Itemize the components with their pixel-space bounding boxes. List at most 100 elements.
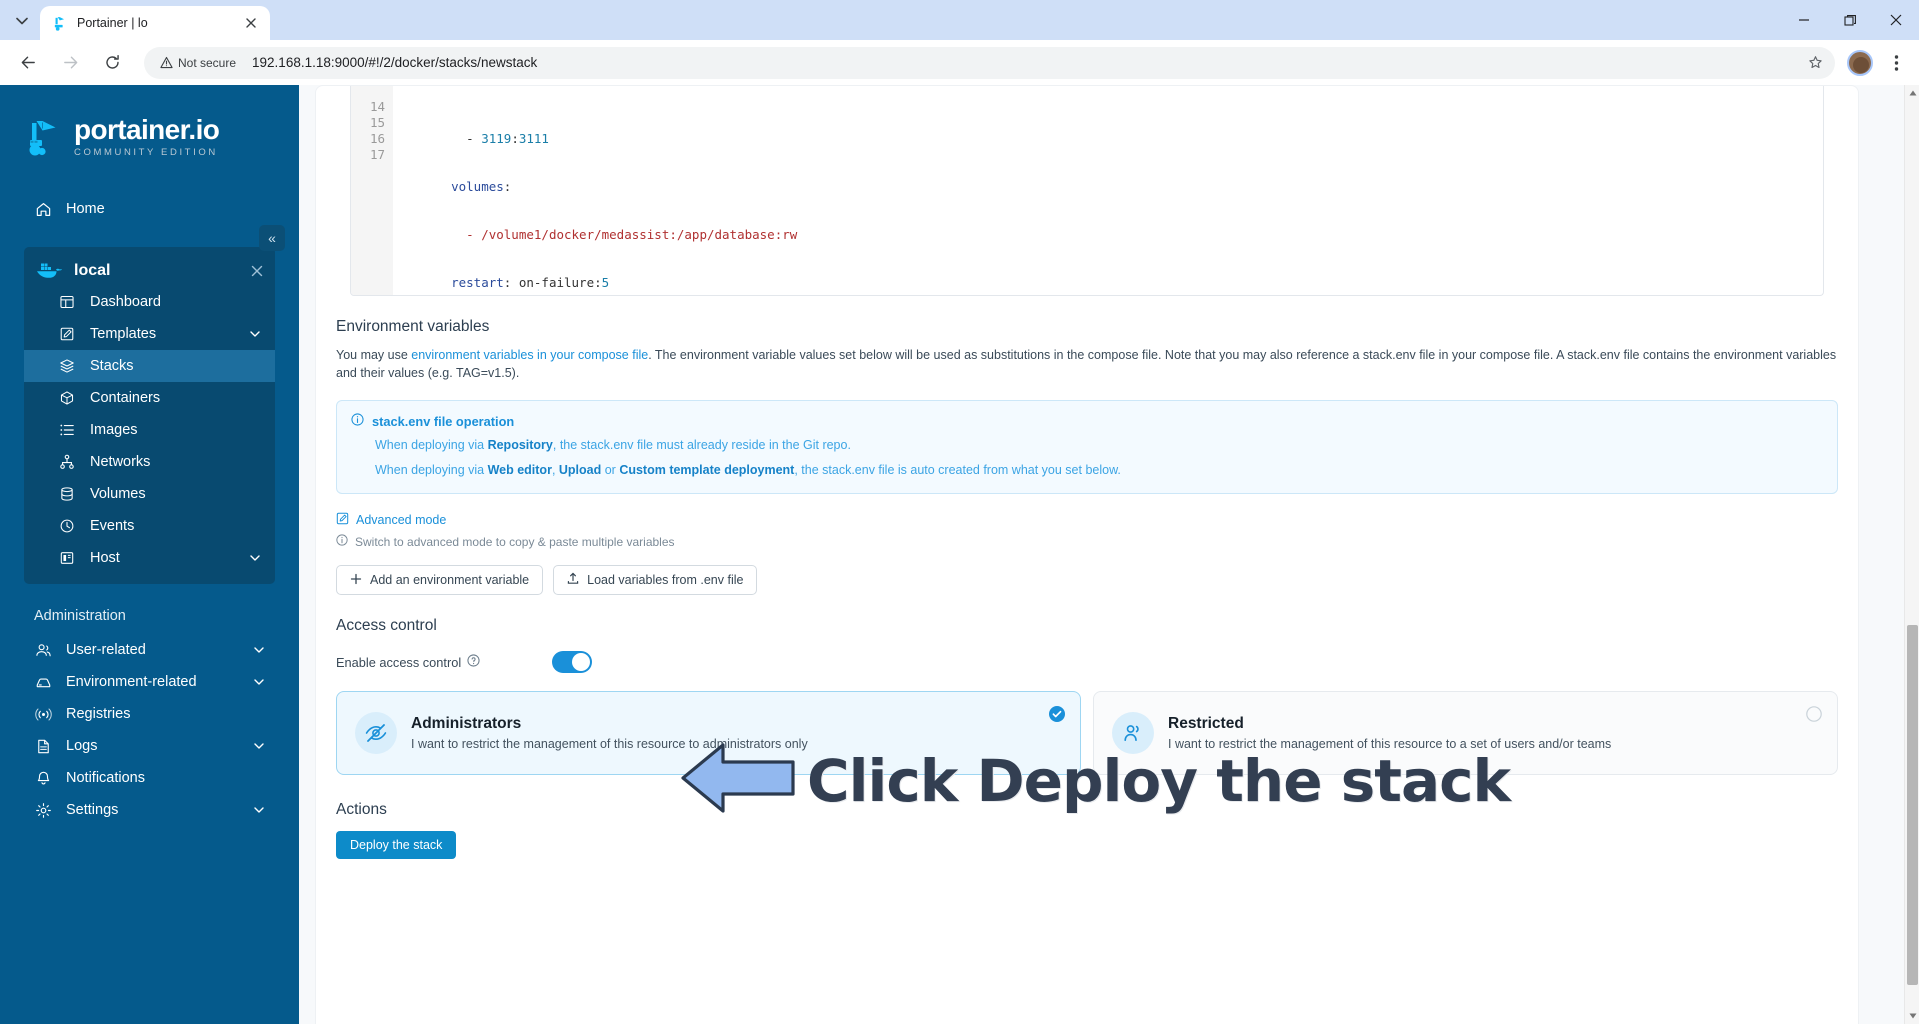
sidebar-item-label: Home bbox=[66, 201, 105, 217]
question-circle-icon[interactable] bbox=[467, 654, 480, 670]
events-clock-icon bbox=[58, 517, 76, 535]
sidebar-item-label: Environment-related bbox=[66, 674, 197, 690]
chevron-down-icon[interactable] bbox=[249, 552, 261, 564]
sidebar-item-environment-related[interactable]: Environment-related bbox=[0, 666, 299, 698]
administration-section-label: Administration bbox=[34, 608, 126, 624]
sidebar-item-host[interactable]: Host bbox=[24, 542, 275, 574]
sidebar-collapse-button[interactable]: « bbox=[259, 225, 285, 251]
sidebar-item-label: Events bbox=[90, 518, 135, 534]
portainer-logo-icon bbox=[22, 115, 66, 159]
chevron-down-icon[interactable] bbox=[253, 644, 265, 656]
option-radio-unselected-icon[interactable] bbox=[1806, 706, 1822, 722]
window-minimize-button[interactable] bbox=[1781, 0, 1827, 40]
sidebar-item-label: Containers bbox=[90, 390, 161, 406]
chevron-down-icon[interactable] bbox=[253, 740, 265, 752]
plus-icon bbox=[350, 573, 362, 588]
deploy-the-stack-button[interactable]: Deploy the stack bbox=[336, 831, 457, 859]
sidebar-item-dashboard[interactable]: Dashboard bbox=[24, 286, 275, 318]
sidebar-item-notifications[interactable]: Notifications bbox=[0, 762, 299, 794]
browser-tab[interactable]: Portainer | lo bbox=[40, 6, 270, 40]
option-title: Administrators bbox=[411, 715, 522, 732]
web-editor-keyword: Web editor bbox=[487, 463, 552, 477]
sidebar-item-templates[interactable]: Templates bbox=[24, 318, 275, 350]
access-option-restricted[interactable]: Restricted I want to restrict the manage… bbox=[1093, 691, 1838, 775]
sidebar-item-label: Volumes bbox=[90, 486, 146, 502]
text-fragment: When deploying via bbox=[375, 463, 488, 477]
compose-web-editor[interactable]: 14 15 16 17 - 3119:3111 volumes: - /volu… bbox=[350, 86, 1824, 296]
sidebar-item-images[interactable]: Images bbox=[24, 414, 275, 446]
sidebar-item-events[interactable]: Events bbox=[24, 510, 275, 542]
repository-keyword: Repository bbox=[487, 438, 553, 452]
security-status-label: Not secure bbox=[178, 55, 237, 70]
option-title: Restricted bbox=[1168, 715, 1244, 732]
volumes-icon bbox=[58, 485, 76, 503]
upload-icon bbox=[567, 572, 579, 588]
option-selected-check-icon[interactable] bbox=[1049, 706, 1065, 722]
sidebar-item-settings[interactable]: Settings bbox=[0, 794, 299, 826]
environment-name: local bbox=[74, 262, 111, 279]
sidebar: portainer.io COMMUNITY EDITION « Home lo… bbox=[0, 85, 299, 1024]
sidebar-item-containers[interactable]: Containers bbox=[24, 382, 275, 414]
chevron-down-icon[interactable] bbox=[249, 328, 261, 340]
line-number: 16 bbox=[369, 131, 385, 146]
button-label: Add an environment variable bbox=[370, 573, 530, 587]
editor-code-area[interactable]: - 3119:3111 volumes: - /volume1/docker/m… bbox=[393, 86, 1823, 295]
container-icon bbox=[58, 389, 76, 407]
sidebar-item-label: Logs bbox=[66, 738, 98, 754]
environment-close-icon[interactable] bbox=[251, 264, 263, 281]
window-close-button[interactable] bbox=[1873, 0, 1919, 40]
security-status[interactable]: Not secure bbox=[156, 53, 244, 73]
code-line: - /volume1/docker/medassist:/app/databas… bbox=[421, 227, 1823, 243]
environment-header[interactable]: local bbox=[24, 256, 275, 286]
logs-icon bbox=[34, 737, 52, 755]
code-token: 3119 bbox=[481, 131, 512, 146]
back-button[interactable] bbox=[12, 47, 44, 79]
tab-search-icon[interactable] bbox=[8, 7, 36, 35]
page-scrollbar[interactable] bbox=[1904, 85, 1919, 1024]
sidebar-item-registries[interactable]: Registries bbox=[0, 698, 299, 730]
code-token: : on-failure: bbox=[503, 275, 602, 290]
access-option-administrators[interactable]: Administrators I want to restrict the ma… bbox=[336, 691, 1081, 775]
window-restore-button[interactable] bbox=[1827, 0, 1873, 40]
stack-env-info-box: stack.env file operation When deploying … bbox=[336, 400, 1838, 494]
chevron-down-icon[interactable] bbox=[253, 676, 265, 688]
address-bar[interactable]: Not secure 192.168.1.18:9000/#!/2/docker… bbox=[144, 46, 1835, 79]
code-token: - /volume1/docker/medassist:/app/databas… bbox=[466, 227, 798, 242]
info-box-line-2: When deploying via Web editor, Upload or… bbox=[351, 462, 1823, 479]
tab-close-icon[interactable] bbox=[242, 14, 260, 32]
load-variables-from-env-file-button[interactable]: Load variables from .env file bbox=[553, 565, 758, 595]
stack-form-card: 14 15 16 17 - 3119:3111 volumes: - /volu… bbox=[315, 85, 1859, 1024]
gear-icon bbox=[34, 801, 52, 819]
scrollbar-down-arrow[interactable] bbox=[1905, 1008, 1919, 1024]
access-control-title: Access control bbox=[336, 617, 437, 634]
compose-env-vars-link[interactable]: environment variables in your compose fi… bbox=[411, 348, 648, 362]
sidebar-item-user-related[interactable]: User-related bbox=[0, 634, 299, 666]
add-environment-variable-button[interactable]: Add an environment variable bbox=[336, 565, 544, 595]
url-text: 192.168.1.18:9000/#!/2/docker/stacks/new… bbox=[252, 55, 538, 70]
option-description: I want to restrict the management of thi… bbox=[411, 737, 808, 751]
forward-button[interactable] bbox=[54, 47, 86, 79]
advanced-mode-hint: Switch to advanced mode to copy & paste … bbox=[336, 534, 1838, 549]
browser-toolbar: Not secure 192.168.1.18:9000/#!/2/docker… bbox=[0, 40, 1919, 85]
profile-avatar[interactable] bbox=[1847, 49, 1873, 76]
chevron-down-icon[interactable] bbox=[253, 804, 265, 816]
intro-text-before: You may use bbox=[336, 348, 412, 362]
bookmark-star-icon[interactable] bbox=[1801, 49, 1829, 77]
sidebar-item-label: Templates bbox=[90, 326, 157, 342]
sidebar-item-home[interactable]: Home bbox=[0, 193, 299, 225]
sidebar-item-stacks[interactable]: Stacks bbox=[24, 350, 275, 382]
template-icon bbox=[58, 325, 76, 343]
sidebar-item-networks[interactable]: Networks bbox=[24, 446, 275, 478]
logo-name: portainer.io bbox=[74, 114, 220, 145]
code-line: - 3119:3111 bbox=[421, 131, 1823, 147]
advanced-mode-toggle[interactable]: Advanced mode bbox=[336, 512, 1838, 528]
sidebar-item-volumes[interactable]: Volumes bbox=[24, 478, 275, 510]
portainer-logo[interactable]: portainer.io COMMUNITY EDITION bbox=[0, 85, 299, 159]
enable-access-control-toggle[interactable] bbox=[552, 651, 592, 673]
reload-button[interactable] bbox=[96, 47, 128, 79]
browser-menu-icon[interactable] bbox=[1881, 47, 1911, 79]
scrollbar-thumb[interactable] bbox=[1907, 625, 1918, 985]
scrollbar-up-arrow[interactable] bbox=[1905, 85, 1919, 101]
sidebar-item-logs[interactable]: Logs bbox=[0, 730, 299, 762]
info-box-title-row: stack.env file operation bbox=[351, 413, 1823, 429]
